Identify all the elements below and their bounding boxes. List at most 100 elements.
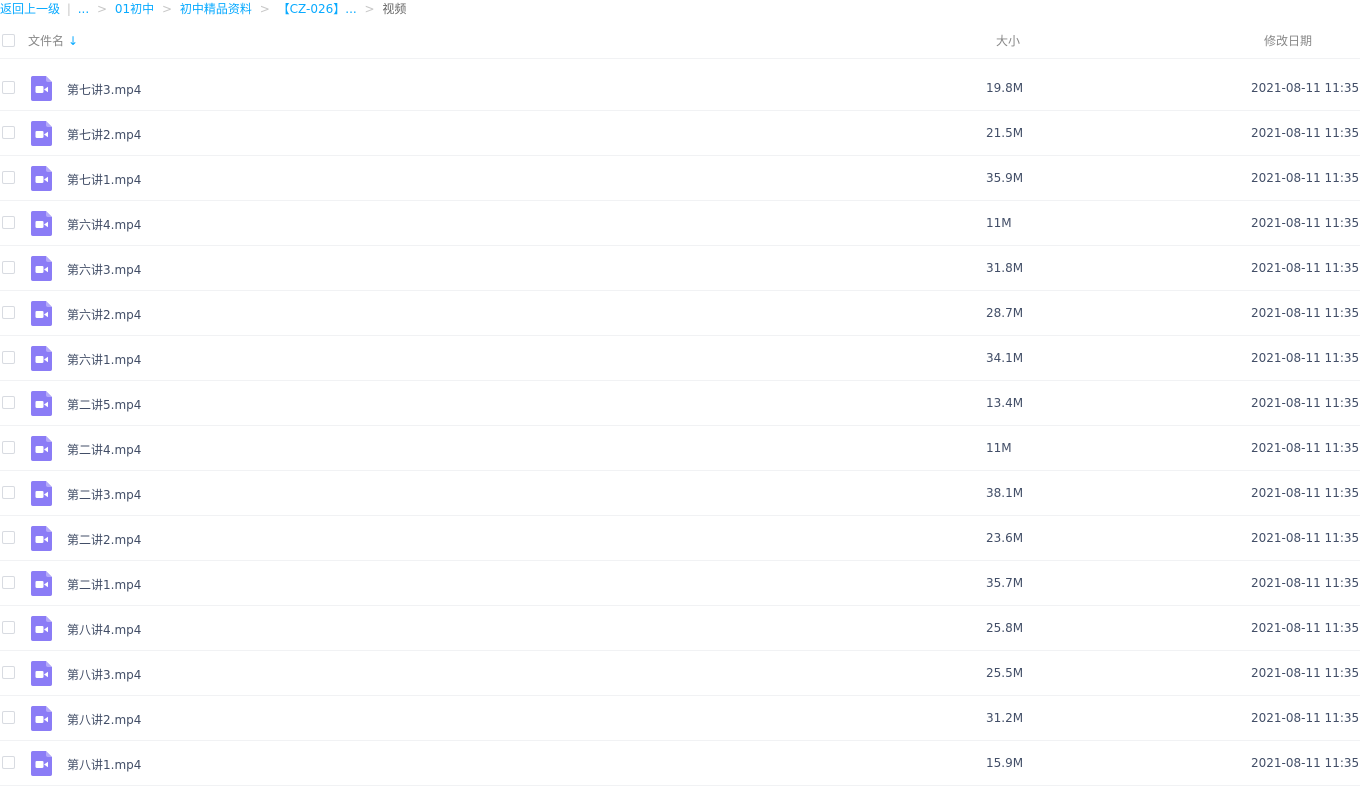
table-row[interactable]: 第七讲2.mp4 21.5M 2021-08-11 11:35: [0, 111, 1360, 156]
breadcrumb-item-materials[interactable]: 初中精品资料: [180, 2, 252, 16]
file-name[interactable]: 第二讲4.mp4: [67, 441, 141, 458]
arrow-down-icon[interactable]: ↓: [68, 34, 78, 48]
file-name[interactable]: 第八讲4.mp4: [67, 621, 141, 638]
video-file-icon: [31, 346, 52, 371]
file-name[interactable]: 第六讲1.mp4: [67, 351, 141, 368]
file-modified-date: 2021-08-11 11:35: [1251, 396, 1360, 410]
file-name[interactable]: 第八讲3.mp4: [67, 666, 141, 683]
file-modified-date: 2021-08-11 11:35: [1251, 531, 1360, 545]
video-file-icon: [31, 706, 52, 731]
table-row[interactable]: 第二讲5.mp4 13.4M 2021-08-11 11:35: [0, 381, 1360, 426]
breadcrumb-divider: |: [66, 2, 71, 16]
row-checkbox[interactable]: [2, 306, 15, 319]
file-size: 25.8M: [986, 621, 1024, 635]
table-row[interactable]: 第二讲3.mp4 38.1M 2021-08-11 11:35: [0, 471, 1360, 516]
file-name[interactable]: 第二讲2.mp4: [67, 531, 141, 548]
file-size: 15.9M: [986, 756, 1024, 770]
file-size: 31.8M: [986, 261, 1024, 275]
file-size: 23.6M: [986, 531, 1024, 545]
table-row[interactable]: 第六讲1.mp4 34.1M 2021-08-11 11:35: [0, 336, 1360, 381]
file-name[interactable]: 第二讲3.mp4: [67, 486, 141, 503]
list-header: 文件名 ↓ 大小 修改日期: [0, 24, 1360, 59]
file-modified-date: 2021-08-11 11:35: [1251, 351, 1360, 365]
table-row[interactable]: 第二讲2.mp4 23.6M 2021-08-11 11:35: [0, 516, 1360, 561]
row-checkbox[interactable]: [2, 396, 15, 409]
breadcrumb-separator: >: [162, 2, 173, 16]
file-modified-date: 2021-08-11 11:35: [1251, 126, 1360, 140]
breadcrumb-ellipsis[interactable]: ...: [78, 2, 89, 16]
breadcrumb-current: 视频: [382, 2, 407, 16]
breadcrumb-item-cz026[interactable]: 【CZ-026】...: [278, 2, 357, 16]
breadcrumb-separator: >: [364, 2, 375, 16]
file-size: 19.8M: [986, 81, 1024, 95]
video-file-icon: [31, 121, 52, 146]
table-row[interactable]: 第六讲3.mp4 31.8M 2021-08-11 11:35: [0, 246, 1360, 291]
file-modified-date: 2021-08-11 11:35: [1251, 756, 1360, 770]
table-row[interactable]: 第六讲4.mp4 11M 2021-08-11 11:35: [0, 201, 1360, 246]
file-name[interactable]: 第七讲1.mp4: [67, 171, 141, 188]
file-modified-date: 2021-08-11 11:35: [1251, 171, 1360, 185]
video-file-icon: [31, 211, 52, 236]
row-checkbox[interactable]: [2, 81, 15, 94]
file-modified-date: 2021-08-11 11:35: [1251, 261, 1360, 275]
row-checkbox[interactable]: [2, 216, 15, 229]
video-file-icon: [31, 76, 52, 101]
row-checkbox[interactable]: [2, 531, 15, 544]
file-name[interactable]: 第八讲2.mp4: [67, 711, 141, 728]
table-row[interactable]: 第七讲1.mp4 35.9M 2021-08-11 11:35: [0, 156, 1360, 201]
table-row[interactable]: 第六讲2.mp4 28.7M 2021-08-11 11:35: [0, 291, 1360, 336]
table-row[interactable]: 第七讲3.mp4 19.8M 2021-08-11 11:35: [0, 66, 1360, 111]
file-name[interactable]: 第六讲2.mp4: [67, 306, 141, 323]
file-name[interactable]: 第二讲1.mp4: [67, 576, 141, 593]
row-checkbox[interactable]: [2, 126, 15, 139]
video-file-icon: [31, 616, 52, 641]
row-checkbox[interactable]: [2, 711, 15, 724]
table-row[interactable]: 第八讲1.mp4 15.9M 2021-08-11 11:35: [0, 741, 1360, 786]
table-row[interactable]: 第二讲1.mp4 35.7M 2021-08-11 11:35: [0, 561, 1360, 606]
file-name[interactable]: 第六讲3.mp4: [67, 261, 141, 278]
video-file-icon: [31, 166, 52, 191]
file-size: 11M: [986, 441, 1012, 455]
file-modified-date: 2021-08-11 11:35: [1251, 576, 1360, 590]
video-file-icon: [31, 256, 52, 281]
column-header-size[interactable]: 大小: [996, 32, 1020, 49]
file-name[interactable]: 第七讲3.mp4: [67, 81, 141, 98]
row-checkbox[interactable]: [2, 171, 15, 184]
file-name[interactable]: 第二讲5.mp4: [67, 396, 141, 413]
breadcrumb-item-01[interactable]: 01初中: [115, 2, 154, 16]
file-name[interactable]: 第八讲1.mp4: [67, 756, 141, 773]
file-size: 35.9M: [986, 171, 1024, 185]
breadcrumb-separator: >: [259, 2, 270, 16]
row-checkbox[interactable]: [2, 621, 15, 634]
video-file-icon: [31, 436, 52, 461]
row-checkbox[interactable]: [2, 666, 15, 679]
column-header-name[interactable]: 文件名 ↓: [28, 32, 78, 49]
column-header-date[interactable]: 修改日期: [1264, 32, 1312, 49]
file-modified-date: 2021-08-11 11:35: [1251, 711, 1360, 725]
file-size: 21.5M: [986, 126, 1024, 140]
row-checkbox[interactable]: [2, 486, 15, 499]
table-row[interactable]: 第八讲4.mp4 25.8M 2021-08-11 11:35: [0, 606, 1360, 651]
video-file-icon: [31, 526, 52, 551]
video-file-icon: [31, 751, 52, 776]
table-row[interactable]: 第八讲2.mp4 31.2M 2021-08-11 11:35: [0, 696, 1360, 741]
file-modified-date: 2021-08-11 11:35: [1251, 621, 1360, 635]
row-checkbox[interactable]: [2, 261, 15, 274]
file-size: 38.1M: [986, 486, 1024, 500]
file-size: 31.2M: [986, 711, 1024, 725]
row-checkbox[interactable]: [2, 351, 15, 364]
column-header-name-label: 文件名: [28, 34, 65, 48]
back-link[interactable]: 返回上一级: [0, 2, 60, 16]
table-row[interactable]: 第二讲4.mp4 11M 2021-08-11 11:35: [0, 426, 1360, 471]
select-all-checkbox[interactable]: [2, 34, 15, 47]
file-size: 25.5M: [986, 666, 1024, 680]
row-checkbox[interactable]: [2, 756, 15, 769]
row-checkbox[interactable]: [2, 441, 15, 454]
file-modified-date: 2021-08-11 11:35: [1251, 216, 1360, 230]
file-modified-date: 2021-08-11 11:35: [1251, 486, 1360, 500]
file-name[interactable]: 第七讲2.mp4: [67, 126, 141, 143]
table-row[interactable]: 第八讲3.mp4 25.5M 2021-08-11 11:35: [0, 651, 1360, 696]
row-checkbox[interactable]: [2, 576, 15, 589]
file-name[interactable]: 第六讲4.mp4: [67, 216, 141, 233]
video-file-icon: [31, 571, 52, 596]
